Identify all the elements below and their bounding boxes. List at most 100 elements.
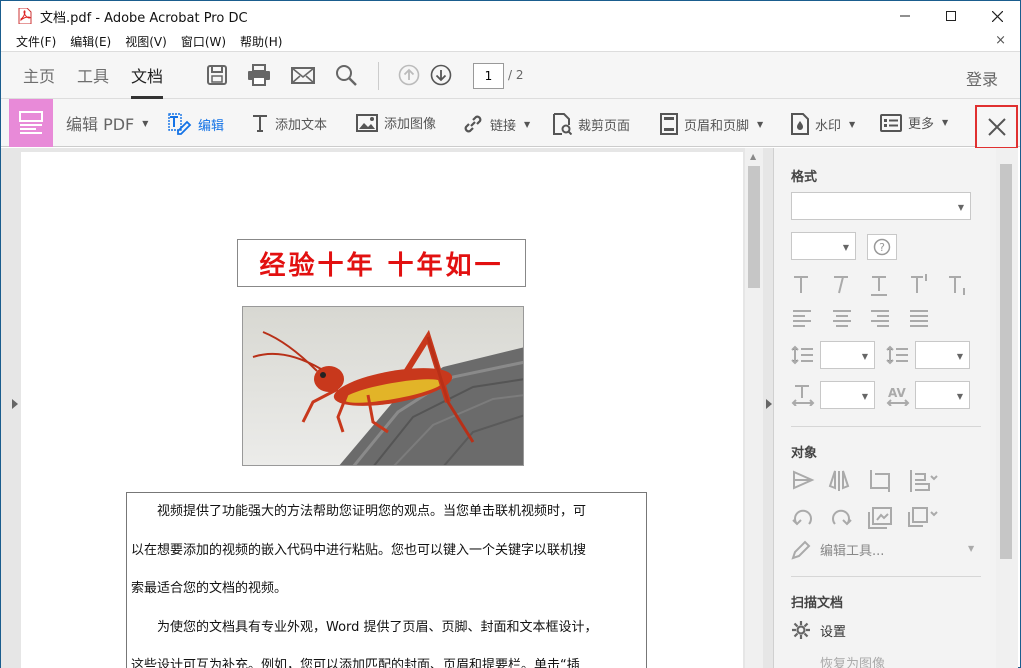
edit-label: 编辑: [198, 118, 225, 134]
nav-bar: 主页 工具 文档 1 / 2 登录: [1, 51, 1020, 99]
tab-home[interactable]: 主页: [23, 51, 55, 99]
grasshopper-image[interactable]: [242, 306, 524, 466]
pencil-icon: [791, 540, 811, 560]
next-page-icon[interactable]: [430, 64, 452, 90]
document-headline[interactable]: 经验十年 十年如一: [237, 239, 526, 287]
more-dropdown[interactable]: 更多 ▼: [880, 113, 948, 132]
paragraph-spacing-select[interactable]: ▼: [915, 341, 970, 369]
panel-scrollbar[interactable]: [996, 148, 1018, 668]
chevron-down-icon: ▼: [956, 392, 963, 401]
paragraph-spacing-icon: [886, 345, 908, 365]
previous-page-icon[interactable]: [398, 64, 420, 90]
close-tool-button[interactable]: [975, 105, 1018, 149]
left-panel-toggle[interactable]: [1, 148, 21, 668]
object-section-title: 对象: [791, 446, 818, 461]
page-total: / 2: [508, 68, 524, 82]
help-button[interactable]: ?: [867, 234, 897, 260]
expand-arrow-icon: [12, 399, 18, 409]
edit-pdf-dropdown[interactable]: 编辑 PDF ▼: [66, 111, 148, 135]
header-footer-dropdown[interactable]: 页眉和页脚 ▼: [660, 113, 763, 135]
edit-text-icon: [168, 113, 192, 135]
chevron-down-icon: ▼: [957, 203, 964, 212]
page-number-input[interactable]: 1: [473, 63, 504, 89]
section-divider: [791, 576, 981, 577]
crop-page-button[interactable]: 裁剪页面: [552, 113, 630, 135]
object-arrange-icons[interactable]: [791, 468, 971, 494]
gear-icon: [792, 621, 810, 639]
crop-page-icon: [553, 113, 572, 135]
menu-help[interactable]: 帮助(H): [240, 33, 282, 50]
font-size-select[interactable]: ▼: [791, 232, 856, 260]
login-button[interactable]: 登录: [966, 66, 998, 90]
link-dropdown[interactable]: 链接 ▼: [462, 113, 530, 135]
edit-pdf-tool-icon[interactable]: [9, 99, 53, 147]
title-bar: 文档.pdf - Adobe Acrobat Pro DC: [1, 1, 1020, 31]
watermark-dropdown[interactable]: 水印 ▼: [791, 113, 855, 135]
chevron-down-icon: ▼: [968, 544, 975, 553]
menu-file[interactable]: 文件(F): [16, 33, 56, 50]
window-title: 文档.pdf - Adobe Acrobat Pro DC: [40, 10, 248, 26]
character-spacing-select[interactable]: ▼: [915, 381, 970, 409]
alignment-icons[interactable]: [791, 308, 981, 328]
add-image-icon: [356, 113, 378, 132]
minimize-icon: [900, 15, 910, 17]
horizontal-scale-select[interactable]: ▼: [820, 381, 875, 409]
scroll-up-icon[interactable]: ▲: [750, 152, 756, 161]
search-icon[interactable]: [335, 64, 357, 90]
toolbar-divider: [378, 62, 379, 90]
tab-tools[interactable]: 工具: [77, 51, 109, 99]
paragraph-line: 以在想要添加的视频的嵌入代码中进行粘贴。您也可以键入一个关键字以联机搜: [131, 542, 587, 558]
edit-tool-label[interactable]: 编辑工具...: [820, 540, 884, 559]
chevron-down-icon: ▼: [142, 118, 149, 128]
close-document-button[interactable]: ×: [995, 33, 1006, 48]
menu-view[interactable]: 视图(V): [125, 33, 167, 50]
pdf-page[interactable]: 经验十年 十年如一 视频提供了功能强大的方法帮助您证明您的观点。当您单击联机视频…: [21, 152, 743, 668]
horizontal-scale-icon: [791, 385, 815, 406]
settings-button[interactable]: 设置: [820, 621, 846, 640]
edit-button[interactable]: 编辑: [168, 113, 224, 135]
add-image-button[interactable]: 添加图像: [356, 113, 436, 132]
scanned-section-title: 扫描文档: [791, 596, 844, 611]
chevron-down-icon: ▼: [842, 243, 849, 252]
add-image-label: 添加图像: [384, 117, 437, 132]
document-area: 经验十年 十年如一 视频提供了功能强大的方法帮助您证明您的观点。当您单击联机视频…: [1, 148, 773, 668]
add-text-button[interactable]: 添加文本: [251, 113, 327, 133]
menu-bar: 文件(F) 编辑(E) 视图(V) 窗口(W) 帮助(H) ×: [1, 31, 1020, 51]
menu-window[interactable]: 窗口(W): [181, 33, 226, 50]
maximize-icon: [946, 11, 956, 21]
maximize-button[interactable]: [928, 1, 974, 31]
more-label: 更多: [908, 117, 935, 132]
print-icon[interactable]: [247, 64, 271, 90]
edit-pdf-toolbar: 编辑 PDF ▼ 编辑 添加文本 添加图像 链接 ▼ 裁剪页面 页眉和页脚 ▼ 水印: [1, 99, 1020, 149]
save-icon[interactable]: [206, 64, 228, 90]
scrollbar-thumb[interactable]: [1000, 164, 1012, 559]
paragraph-line: 索最适合您的文档的视频。: [131, 581, 288, 596]
chevron-down-icon: ▼: [942, 118, 949, 127]
object-transform-icons[interactable]: [791, 504, 971, 530]
paragraph-line: 这些设计可互为补充。例如，您可以添加匹配的封面、页眉和提要栏。单击“插: [131, 658, 580, 668]
panel-splitter[interactable]: [763, 148, 773, 668]
chevron-down-icon: ▼: [849, 119, 856, 129]
tab-document[interactable]: 文档: [131, 51, 164, 99]
watermark-label: 水印: [815, 118, 842, 134]
restore-image-button[interactable]: 恢复为图像: [820, 653, 885, 668]
body-text-box[interactable]: 视频提供了功能强大的方法帮助您证明您的观点。当您单击联机视频时，可 以在想要添加…: [126, 492, 647, 668]
line-spacing-select[interactable]: ▼: [820, 341, 875, 369]
minimize-button[interactable]: [882, 1, 928, 31]
menu-edit[interactable]: 编辑(E): [70, 33, 111, 50]
close-window-button[interactable]: [974, 1, 1020, 31]
help-icon: ?: [873, 238, 891, 256]
text-style-icons[interactable]: [791, 272, 981, 298]
svg-text:AV: AV: [888, 386, 906, 400]
chevron-down-icon: ▼: [861, 352, 868, 361]
scrollbar-thumb[interactable]: [748, 166, 760, 288]
window-controls: [882, 1, 1020, 31]
acrobat-window: 文档.pdf - Adobe Acrobat Pro DC 文件(F) 编辑(E…: [0, 0, 1021, 668]
add-text-label: 添加文本: [275, 117, 328, 133]
line-spacing-icon: [791, 345, 813, 365]
document-scrollbar[interactable]: ▲: [745, 148, 763, 668]
font-family-select[interactable]: ▼: [791, 192, 971, 220]
collapse-arrow-icon: [766, 399, 772, 409]
chevron-down-icon: ▼: [861, 392, 868, 401]
mail-icon[interactable]: [291, 64, 315, 90]
